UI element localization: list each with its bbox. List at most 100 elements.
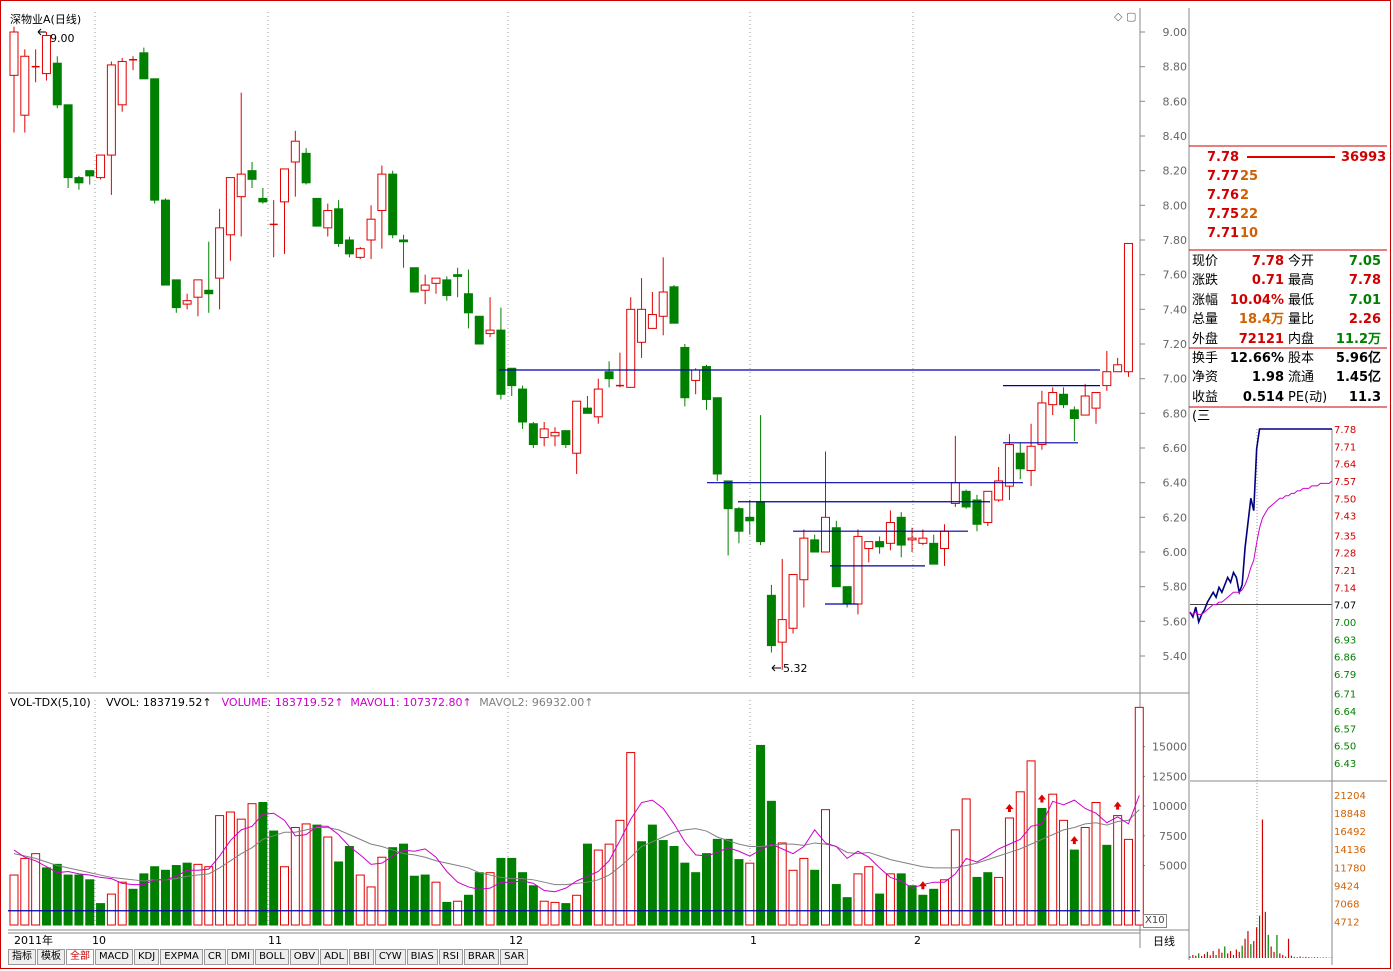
tab-14[interactable]: RSI — [438, 949, 463, 965]
volume-bar — [507, 857, 517, 926]
tab-8[interactable]: BOLL — [255, 949, 289, 965]
candle-body — [474, 315, 484, 345]
orderbook-top-bar — [1247, 156, 1335, 158]
volume-bar — [550, 901, 560, 926]
volume-bar — [691, 872, 701, 926]
intraday-tick-label: 6.50 — [1334, 742, 1356, 753]
volume-bar — [150, 866, 160, 926]
volume-bar — [85, 879, 95, 926]
volume-bar — [215, 815, 225, 926]
volume-bar — [366, 886, 376, 926]
intraday-tick-label: 7.50 — [1334, 494, 1356, 505]
candle-body — [507, 367, 517, 387]
candle-body — [215, 227, 225, 279]
tab-4[interactable]: KDJ — [133, 949, 160, 965]
candle-body — [74, 177, 84, 184]
candle-body — [712, 397, 722, 475]
intraday-tick-label: 7.28 — [1334, 549, 1356, 560]
tab-9[interactable]: OBV — [289, 949, 320, 965]
orderbook-qty: 22 — [1240, 207, 1259, 222]
quote-value: 7.05 — [1348, 254, 1381, 269]
volume-bar — [723, 838, 733, 926]
candle-body — [1048, 392, 1058, 406]
candle-body — [734, 508, 744, 532]
intraday-tick-label: 6.64 — [1334, 707, 1356, 718]
volume-bar — [388, 847, 398, 926]
tab-10[interactable]: ADL — [320, 949, 349, 965]
volume-bar — [734, 859, 744, 926]
candle-body — [1059, 393, 1069, 406]
candle-body — [280, 168, 289, 203]
candle-body — [453, 274, 463, 277]
volume-bar — [582, 843, 592, 926]
intraday-tick-label: 7.57 — [1334, 477, 1356, 488]
y-tick-label: 5.40 — [1163, 650, 1188, 663]
candle-body — [160, 199, 170, 286]
orderbook-qty: 10 — [1240, 226, 1259, 241]
volume-bar — [593, 849, 603, 926]
candle-body — [875, 541, 885, 548]
tab-12[interactable]: CYW — [374, 949, 406, 965]
tab-16[interactable]: SAR — [500, 949, 529, 965]
tab-6[interactable]: CR — [203, 949, 226, 965]
period-label[interactable]: 日线 — [1153, 933, 1175, 949]
candle-body — [593, 388, 603, 418]
y-tick-label: 8.60 — [1163, 95, 1188, 108]
x-tick-label: 2 — [914, 934, 921, 947]
candle-body — [766, 594, 776, 647]
tab-5[interactable]: EXPMA — [160, 949, 203, 965]
volume-bar — [1123, 838, 1133, 926]
tab-1[interactable]: 模板 — [37, 949, 65, 965]
tab-11[interactable]: BBI — [349, 949, 374, 965]
volume-bar — [128, 888, 138, 926]
tab-15[interactable]: BRAR — [463, 949, 500, 965]
x-tick-label: 1 — [750, 934, 757, 947]
intraday-tick-label: 7.21 — [1334, 566, 1356, 577]
volume-bar — [810, 869, 820, 926]
volume-bar — [539, 900, 549, 926]
tab-0[interactable]: 指标 — [8, 949, 36, 965]
tab-7[interactable]: DMI — [226, 949, 255, 965]
volume-bar — [745, 862, 755, 926]
tab-3[interactable]: MACD — [95, 949, 133, 965]
intraday-tick-label: 7.71 — [1334, 442, 1356, 453]
quote-label: 最低 — [1288, 292, 1315, 308]
y-tick-label: 5.80 — [1163, 581, 1188, 594]
candle-body — [409, 267, 419, 293]
tab-13[interactable]: BIAS — [406, 949, 438, 965]
quote-label: PE(动) — [1288, 389, 1328, 405]
candle-body — [550, 431, 560, 437]
quote-value: 11.3 — [1348, 389, 1381, 405]
chart-canvas[interactable]: 9.00 8.80 8.60 8.40 8.20 8.00 7.80 7.60 7.40 7.20… — [0, 0, 1393, 971]
y-tick-label: 8.20 — [1163, 165, 1188, 178]
volume-bar — [561, 903, 571, 926]
volume-bar — [929, 888, 939, 926]
tab-2[interactable]: 全部 — [66, 949, 94, 965]
indicator-tab-bar: 指标 模板 全部 MACD KDJ EXPMA CR DMI BOLL OBV ADL BBI CYW B… — [8, 949, 529, 965]
volume-bar — [1059, 819, 1069, 926]
diamond-icon[interactable]: ◇ — [1114, 10, 1122, 23]
candle-body — [204, 289, 214, 295]
up-arrow-icon — [1113, 801, 1122, 810]
vol-tick-label: 5000 — [1159, 860, 1187, 873]
candle-body — [723, 480, 733, 510]
volume-legend: MAVOL2: 96932.00↑ — [479, 696, 593, 709]
quote-value: 2.26 — [1348, 312, 1381, 328]
quote-value: 0.71 — [1251, 273, 1284, 289]
candle-body — [539, 428, 549, 439]
volume-bar — [96, 903, 106, 926]
candle-body — [420, 284, 430, 291]
volume-bar — [972, 876, 982, 926]
candle-body — [1091, 392, 1101, 409]
volume-bar — [63, 874, 73, 926]
volume-bar — [399, 843, 409, 926]
y-tick-label: 8.40 — [1163, 130, 1188, 143]
candle-body — [950, 482, 960, 504]
volume-bar — [312, 824, 322, 926]
maximize-icon[interactable]: ▢ — [1126, 10, 1136, 23]
volume-bar — [1102, 844, 1112, 926]
y-tick-label: 9.00 — [1163, 26, 1188, 39]
volume-bar — [409, 875, 419, 926]
volume-bar — [626, 752, 636, 926]
volume-bar — [355, 874, 365, 926]
